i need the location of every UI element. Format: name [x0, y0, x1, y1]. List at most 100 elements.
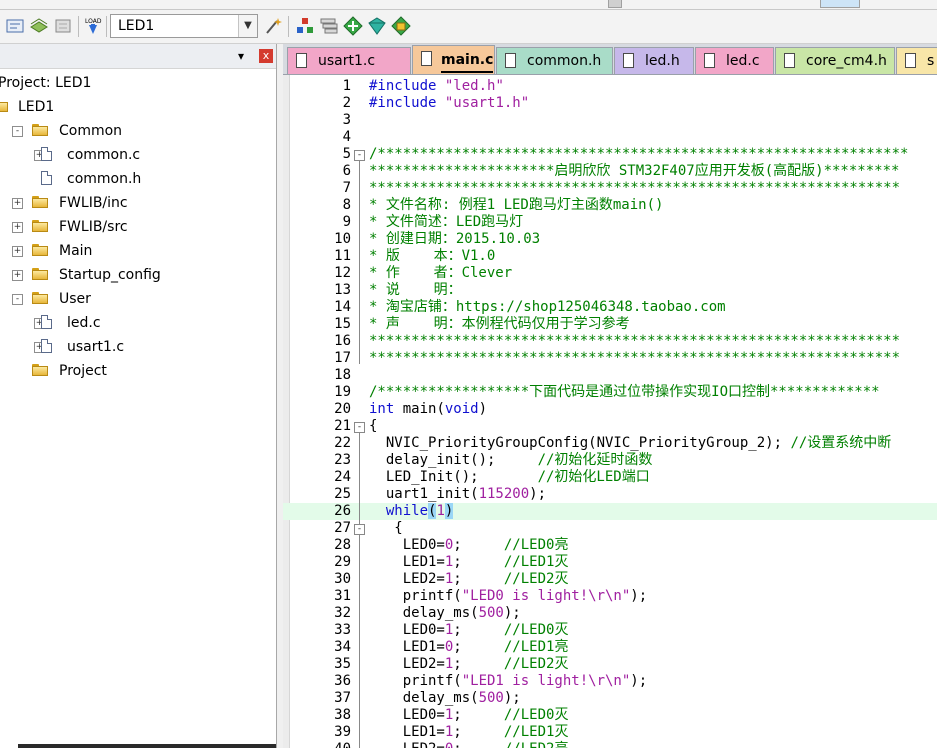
code-line[interactable]: 18 — [283, 367, 937, 384]
code-line[interactable]: 10 * 创建日期：2015.10.03 — [283, 231, 937, 248]
code-line[interactable]: 9 * 文件简述：LED跑马灯 — [283, 214, 937, 231]
code-line[interactable]: 11 * 版 本：V1.0 — [283, 248, 937, 265]
tree-folder-item[interactable]: + FWLIB/src — [0, 216, 276, 238]
code-text: * 声 明：本例程代码仅用于学习参考 — [369, 316, 630, 332]
tab-main-c[interactable]: main.c — [412, 45, 495, 74]
fold-guide — [359, 432, 360, 748]
code-line[interactable]: 12 * 作 者：Clever — [283, 265, 937, 282]
expand-icon[interactable]: + — [12, 270, 23, 281]
line-number: 25 — [334, 486, 351, 502]
code-line[interactable]: 19 /******************下面代码是通过位带操作实现IO口控制*… — [283, 384, 937, 401]
rte-manage-icon[interactable] — [390, 15, 412, 37]
code-line[interactable]: 7 ***************************************… — [283, 180, 937, 197]
code-line[interactable]: 3 — [283, 112, 937, 129]
line-number: 39 — [334, 724, 351, 740]
collapse-icon[interactable]: - — [12, 126, 23, 137]
tree-folder-item[interactable]: - Common — [0, 120, 276, 142]
tree-folder-item[interactable]: - User — [0, 288, 276, 310]
code-line[interactable]: 2 #include "usart1.h" — [283, 95, 937, 112]
toolbar-button-cut[interactable] — [608, 0, 622, 8]
toolbar-button-active[interactable] — [820, 0, 860, 8]
tree-folder-item[interactable]: + Main — [0, 240, 276, 262]
tree-file-item[interactable]: common.h — [0, 168, 276, 190]
code-line[interactable]: 14 * 淘宝店铺：https://shop125046348.taobao.co… — [283, 299, 937, 316]
code-line[interactable]: 29 LED1=1; //LED1灭 — [283, 554, 937, 571]
tab-usart1-c[interactable]: usart1.c — [287, 47, 411, 74]
tab-common-h[interactable]: common.h — [496, 47, 613, 74]
code-line[interactable]: 21 { — [283, 418, 937, 435]
tree-folder-item[interactable]: + FWLIB/inc — [0, 192, 276, 214]
code-line[interactable]: 33 LED0=1; //LED0灭 — [283, 622, 937, 639]
code-line[interactable]: 40 LED2=0; //LED2亮 — [283, 741, 937, 748]
download-load-icon[interactable]: LOAD — [82, 15, 104, 37]
select-packs-icon[interactable] — [342, 15, 364, 37]
file-icon — [505, 53, 516, 68]
code-line[interactable]: 13 * 说 明： — [283, 282, 937, 299]
code-line[interactable]: 23 delay_init(); //初始化延时函数 — [283, 452, 937, 469]
code-line[interactable]: 24 LED_Init(); //初始化LED端口 — [283, 469, 937, 486]
code-line[interactable]: 36 printf("LED1 is light!\r\n"); — [283, 673, 937, 690]
fold-collapse-icon[interactable]: - — [354, 150, 365, 161]
editor-tab-bar: usart1.c main.c common.h led.h led.c core_cm4… — [283, 44, 937, 75]
code-text: LED1=1; //LED1灭 — [369, 554, 569, 570]
tab-led-h[interactable]: led.h — [614, 47, 694, 74]
code-text: /******************下面代码是通过位带操作实现IO口控制***… — [369, 384, 880, 400]
toolbar-separator — [106, 16, 107, 37]
rebuild-icon[interactable] — [52, 15, 74, 37]
code-text: ****************************************… — [369, 350, 901, 366]
fold-collapse-icon[interactable]: - — [354, 422, 365, 433]
close-icon[interactable]: x — [259, 49, 273, 63]
expand-icon[interactable]: + — [12, 198, 23, 209]
line-number: 6 — [342, 163, 351, 179]
code-line[interactable]: 15 * 声 明：本例程代码仅用于学习参考 — [283, 316, 937, 333]
code-line[interactable]: 35 LED2=1; //LED2灭 — [283, 656, 937, 673]
tab-s[interactable]: s — [896, 47, 937, 74]
code-line[interactable]: 28 LED0=0; //LED0亮 — [283, 537, 937, 554]
line-number: 23 — [334, 452, 351, 468]
code-line[interactable]: 32 delay_ms(500); — [283, 605, 937, 622]
tab-core-cm4-h[interactable]: core_cm4.h — [775, 47, 895, 74]
code-line[interactable]: 17 **************************************… — [283, 350, 937, 367]
code-editor[interactable]: 1 #include "led.h" 2 #include "usart1.h" 3 4 5… — [283, 75, 937, 748]
code-line[interactable]: 16 **************************************… — [283, 333, 937, 350]
tab-led-c[interactable]: led.c — [695, 47, 774, 74]
manage-components-icon[interactable] — [294, 15, 316, 37]
code-line[interactable]: 27 { — [283, 520, 937, 537]
fold-collapse-icon[interactable]: - — [354, 524, 365, 535]
target-options-wand-icon[interactable] — [262, 15, 284, 37]
code-line[interactable]: 25 uart1_init(115200); — [283, 486, 937, 503]
code-line[interactable]: 4 — [283, 129, 937, 146]
collapse-icon[interactable]: - — [12, 294, 23, 305]
code-line[interactable]: 34 LED1=0; //LED1亮 — [283, 639, 937, 656]
code-line[interactable]: 8 * 文件名称: 例程1 LED跑马灯主函数main() — [283, 197, 937, 214]
expand-icon[interactable]: + — [12, 246, 23, 257]
tree-file-item[interactable]: + led.c — [0, 312, 276, 334]
build-icon[interactable] — [28, 15, 50, 37]
tree-file-item[interactable]: + common.c — [0, 144, 276, 166]
horizontal-scrollbar[interactable] — [18, 744, 276, 748]
tree-folder-item[interactable]: + Startup_config — [0, 264, 276, 286]
code-line[interactable]: 6 **********************启明欣欣 STM32F407应用开… — [283, 163, 937, 180]
code-line[interactable]: 1 #include "led.h" — [283, 78, 937, 95]
code-line[interactable]: 20 int main(void) — [283, 401, 937, 418]
chevron-down-icon[interactable]: ▼ — [238, 15, 257, 37]
tree-folder-item[interactable]: LED1 — [0, 96, 276, 118]
code-line[interactable]: 5 /**************************************… — [283, 146, 937, 163]
target-select[interactable]: LED1 ▼ — [110, 14, 258, 38]
code-line[interactable]: 37 delay_ms(500); — [283, 690, 937, 707]
code-line[interactable]: 22 NVIC_PriorityGroupConfig(NVIC_Priorit… — [283, 435, 937, 452]
code-line[interactable]: 38 LED0=1; //LED0灭 — [283, 707, 937, 724]
code-line[interactable]: 39 LED1=1; //LED1灭 — [283, 724, 937, 741]
file-extensions-icon[interactable] — [318, 15, 340, 37]
translate-icon[interactable] — [4, 15, 26, 37]
code-line[interactable]: 30 LED2=1; //LED2灭 — [283, 571, 937, 588]
code-line[interactable]: 26 while(1) — [283, 503, 937, 520]
tree-folder-item[interactable]: Project — [0, 360, 276, 382]
pack-installer-icon[interactable] — [366, 15, 388, 37]
expand-icon[interactable]: + — [12, 222, 23, 233]
line-number: 27 — [334, 520, 351, 536]
tree-project-root[interactable]: Project: LED1 — [0, 72, 276, 94]
tree-file-item[interactable]: + usart1.c — [0, 336, 276, 358]
code-line[interactable]: 31 printf("LED0 is light!\r\n"); — [283, 588, 937, 605]
pin-icon[interactable]: ▾ — [238, 49, 244, 63]
